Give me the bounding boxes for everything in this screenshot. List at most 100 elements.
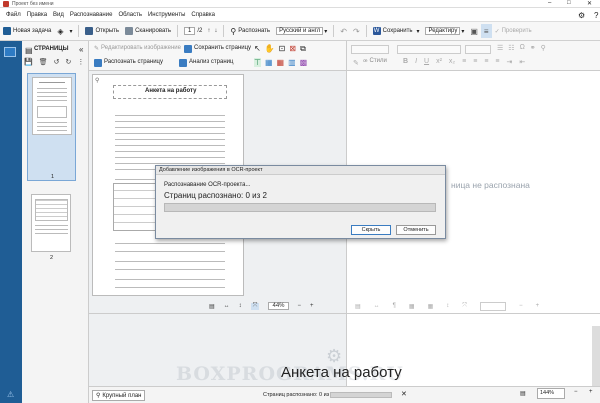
fit-height-icon[interactable]: ↕ (239, 303, 242, 309)
bold-icon[interactable]: B (403, 58, 408, 66)
styles-button[interactable]: ꟹ Стили (363, 58, 387, 66)
undo-icon[interactable]: ↶ (337, 24, 350, 38)
view-image-icon[interactable]: ▣ (467, 24, 481, 38)
delete-icon[interactable]: 🗑 (39, 58, 48, 68)
recognize-button[interactable]: ⚲ Распознать (227, 24, 273, 38)
font-size-select[interactable] (465, 45, 491, 54)
edit-image-button[interactable]: ✎ Редактировать изображение (94, 45, 181, 52)
rotate-right-icon[interactable]: ↻ (65, 58, 71, 68)
save-button[interactable]: W Сохранить ▾ (370, 24, 423, 38)
close-panel-icon[interactable]: « (79, 45, 83, 54)
zoom-select[interactable]: 44% (268, 302, 289, 310)
highlight-icon[interactable]: ✎ (353, 59, 359, 67)
page-number-input[interactable]: 1 (184, 27, 196, 35)
pages-view-icon[interactable] (4, 47, 16, 57)
zoom-in-icon[interactable]: + (536, 303, 540, 309)
more-icon[interactable]: ⋮ (77, 58, 84, 68)
hide-button[interactable]: Скрыть (351, 225, 391, 235)
font-select[interactable] (397, 45, 461, 54)
text-area-icon[interactable]: ⊤ (254, 58, 261, 67)
menu-help[interactable]: Справка (191, 12, 215, 18)
help-icon[interactable]: ? (594, 11, 598, 20)
delete-area-icon[interactable]: ⊠ (289, 44, 296, 54)
menu-file[interactable]: Файл (6, 12, 21, 18)
save-page-button[interactable]: Сохранить страницу (184, 45, 251, 53)
close-icon[interactable]: ✕ (401, 390, 407, 398)
link-icon[interactable]: ⚭ (530, 44, 536, 52)
zoom-in-icon[interactable]: + (589, 389, 593, 395)
fit-height-icon[interactable]: ↕ (446, 303, 449, 309)
subscript-icon[interactable]: x₂ (449, 58, 455, 66)
dropdown-arrow-icon[interactable]: ▾ (66, 24, 75, 38)
omega-icon[interactable]: Ω (520, 44, 525, 52)
scan-button[interactable]: Сканировать (122, 24, 174, 38)
new-task-button[interactable]: Новая задача (0, 24, 54, 38)
zoom-fit-icon[interactable]: ⤧ (250, 302, 260, 310)
minimize-button[interactable]: – (548, 0, 551, 6)
edit-mode-select[interactable]: Редактиру ▾ (422, 24, 467, 38)
open-button[interactable]: Открыть (82, 24, 122, 38)
pilcrow-icon[interactable]: ¶ (393, 303, 396, 309)
menu-tools[interactable]: Инструменты (148, 12, 185, 18)
zoom-select[interactable] (480, 301, 507, 311)
indent-icon[interactable]: ⇥ (507, 58, 513, 66)
fit-page-icon[interactable]: ▤ (520, 390, 526, 397)
check-button[interactable]: ✓ Проверить (492, 24, 535, 38)
hand-icon[interactable]: ✋ (265, 44, 275, 54)
background-area-icon[interactable]: ▩ (300, 58, 308, 67)
view-icon[interactable]: ▦ (409, 303, 415, 310)
crop-icon[interactable]: ⊡ (279, 44, 286, 54)
arrow-down-icon[interactable]: ↓ (214, 28, 217, 34)
align-left-icon[interactable]: ≡ (462, 58, 466, 66)
warning-icon[interactable]: ⚠ (7, 390, 14, 399)
outdent-icon[interactable]: ⇤ (519, 58, 525, 66)
menu-edit[interactable]: Правка (27, 12, 47, 18)
redo-icon[interactable]: ↷ (350, 24, 363, 38)
view-text-icon[interactable]: ≡ (480, 24, 492, 38)
menu-area[interactable]: Область (118, 12, 142, 18)
zoom-out-icon[interactable]: − (519, 303, 523, 309)
save-icon[interactable]: 💾 (24, 58, 33, 68)
fit-width-icon[interactable]: ↔ (374, 303, 380, 309)
align-center-icon[interactable]: ≡ (473, 58, 477, 66)
scrollbar[interactable] (592, 326, 600, 386)
recognize-page-button[interactable]: Распознать страницу (94, 59, 163, 67)
zoom-fit-icon[interactable]: ⤧ (462, 303, 467, 310)
layers-icon[interactable]: ◈ (54, 24, 66, 38)
numbered-list-icon[interactable]: ☷ (508, 44, 514, 52)
justify-icon[interactable]: ≡ (495, 58, 499, 66)
zoom-out-icon[interactable]: − (574, 389, 578, 395)
maximize-button[interactable]: □ (567, 0, 571, 6)
picture-area-icon[interactable]: ▦ (265, 58, 273, 67)
close-window-button[interactable]: ✕ (587, 0, 592, 7)
rotate-left-icon[interactable]: ↺ (54, 58, 60, 68)
zoom-out-icon[interactable]: − (298, 303, 302, 309)
status-zoom-select[interactable]: 144% (537, 388, 565, 399)
analyze-page-button[interactable]: Анализ страниц (179, 59, 233, 67)
arrow-up-icon[interactable]: ↑ (207, 28, 210, 34)
page-thumbnail-2[interactable]: 2 (27, 191, 76, 261)
language-select[interactable]: Русский и англ ▾ (273, 24, 330, 38)
gear-icon[interactable]: ⚙ (578, 11, 585, 20)
italic-icon[interactable]: I (415, 58, 417, 66)
fit-width-icon[interactable]: ↔ (224, 303, 230, 309)
zoom-in-icon[interactable]: + (310, 303, 314, 309)
style-select[interactable] (351, 45, 389, 54)
barcode-area-icon[interactable]: ▥ (288, 58, 296, 67)
menu-view[interactable]: Вид (53, 12, 64, 18)
align-right-icon[interactable]: ≡ (484, 58, 488, 66)
table-icon[interactable]: ▦ (428, 303, 434, 310)
menu-recognition[interactable]: Распознавание (70, 12, 113, 18)
table-area-icon[interactable]: ▦ (277, 58, 285, 67)
search-icon[interactable]: ⚲ (541, 44, 546, 52)
page-thumbnail-1[interactable]: 1 (27, 73, 76, 181)
superscript-icon[interactable]: x² (436, 58, 442, 66)
zoom-closeup-button[interactable]: ⚲ Крупный план (92, 390, 146, 401)
underline-icon[interactable]: U (424, 58, 429, 66)
fit-page-icon[interactable]: ▤ (355, 303, 361, 310)
fit-page-icon[interactable]: ▤ (209, 303, 215, 310)
pointer-icon[interactable]: ↖ (254, 44, 261, 54)
cancel-button[interactable]: Отменить (396, 225, 436, 235)
select-area-icon[interactable]: ⧉ (300, 44, 306, 54)
list-icon[interactable]: ☰ (497, 44, 503, 52)
